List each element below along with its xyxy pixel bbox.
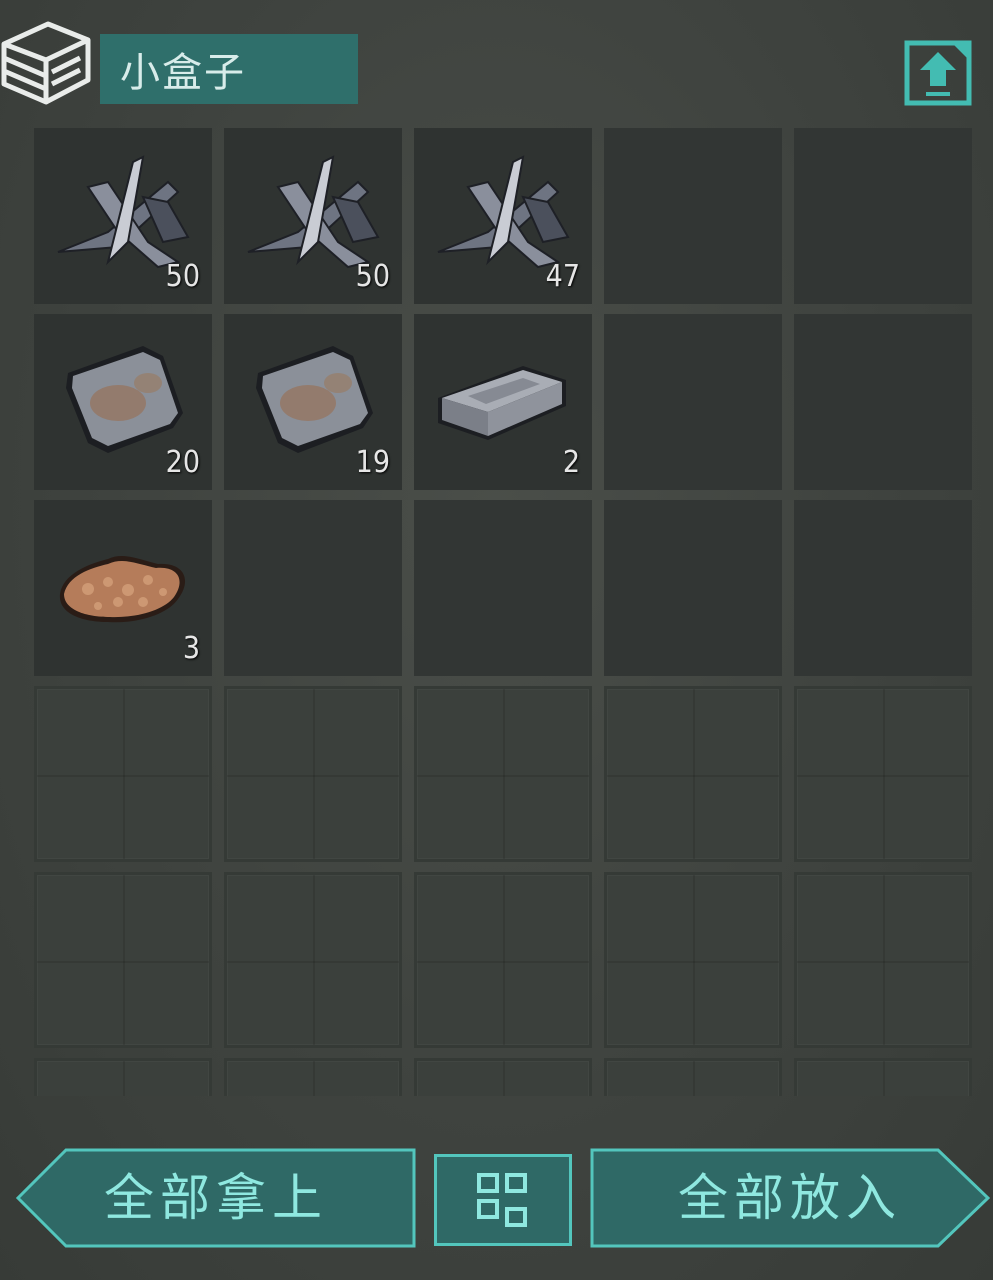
item-quantity: 20 [165, 445, 200, 480]
storage-box-icon [1, 21, 91, 105]
put-all-label: 全部放入 [678, 1169, 902, 1227]
item-quantity: 50 [165, 259, 200, 294]
inventory-slot-empty[interactable] [604, 686, 782, 862]
inventory-slot-empty[interactable] [34, 872, 212, 1048]
take-all-button[interactable]: 全部拿上 [16, 1148, 416, 1248]
put-all-button[interactable]: 全部放入 [590, 1148, 990, 1248]
inventory-slot-empty[interactable] [34, 1058, 212, 1096]
inventory-slot-empty[interactable] [414, 872, 592, 1048]
inventory-slot[interactable]: 2 [414, 314, 592, 490]
inventory-slot[interactable] [604, 314, 782, 490]
inventory-slot[interactable]: 19 [224, 314, 402, 490]
inventory-slot[interactable]: 50 [34, 128, 212, 304]
inventory-grid: 50 50 47 20 19 2 3 [34, 128, 974, 1096]
upload-icon[interactable] [904, 40, 972, 106]
inventory-slot[interactable]: 47 [414, 128, 592, 304]
iron-ore-icon [59, 556, 186, 623]
container-title-panel: 小盒子 [100, 34, 358, 104]
sort-icon [477, 1173, 527, 1227]
inventory-slot[interactable] [794, 500, 972, 676]
metal-ingot-icon [438, 366, 566, 440]
sort-button[interactable] [434, 1154, 572, 1246]
inventory-slot-empty[interactable] [414, 1058, 592, 1096]
inventory-slot[interactable] [414, 500, 592, 676]
inventory-slot-empty[interactable] [794, 872, 972, 1048]
inventory-slot-empty[interactable] [794, 686, 972, 862]
inventory-slot-empty[interactable] [224, 1058, 402, 1096]
inventory-slot[interactable] [604, 128, 782, 304]
inventory-slot-empty[interactable] [224, 686, 402, 862]
inventory-slot[interactable] [794, 314, 972, 490]
inventory-slot[interactable]: 50 [224, 128, 402, 304]
item-quantity: 19 [355, 445, 390, 480]
inventory-slot[interactable] [794, 128, 972, 304]
inventory-slot-empty[interactable] [794, 1058, 972, 1096]
inventory-slot-empty[interactable] [414, 686, 592, 862]
inventory-slot-empty[interactable] [604, 1058, 782, 1096]
inventory-slot[interactable] [604, 500, 782, 676]
item-quantity: 2 [562, 445, 580, 480]
container-title: 小盒子 [120, 50, 246, 96]
take-all-label: 全部拿上 [104, 1169, 328, 1227]
inventory-slot[interactable] [224, 500, 402, 676]
item-quantity: 3 [182, 631, 200, 666]
inventory-slot[interactable]: 3 [34, 500, 212, 676]
item-quantity: 47 [545, 259, 580, 294]
inventory-slot-empty[interactable] [604, 872, 782, 1048]
inventory-slot-empty[interactable] [34, 686, 212, 862]
inventory-slot-empty[interactable] [224, 872, 402, 1048]
item-quantity: 50 [355, 259, 390, 294]
inventory-slot[interactable]: 20 [34, 314, 212, 490]
